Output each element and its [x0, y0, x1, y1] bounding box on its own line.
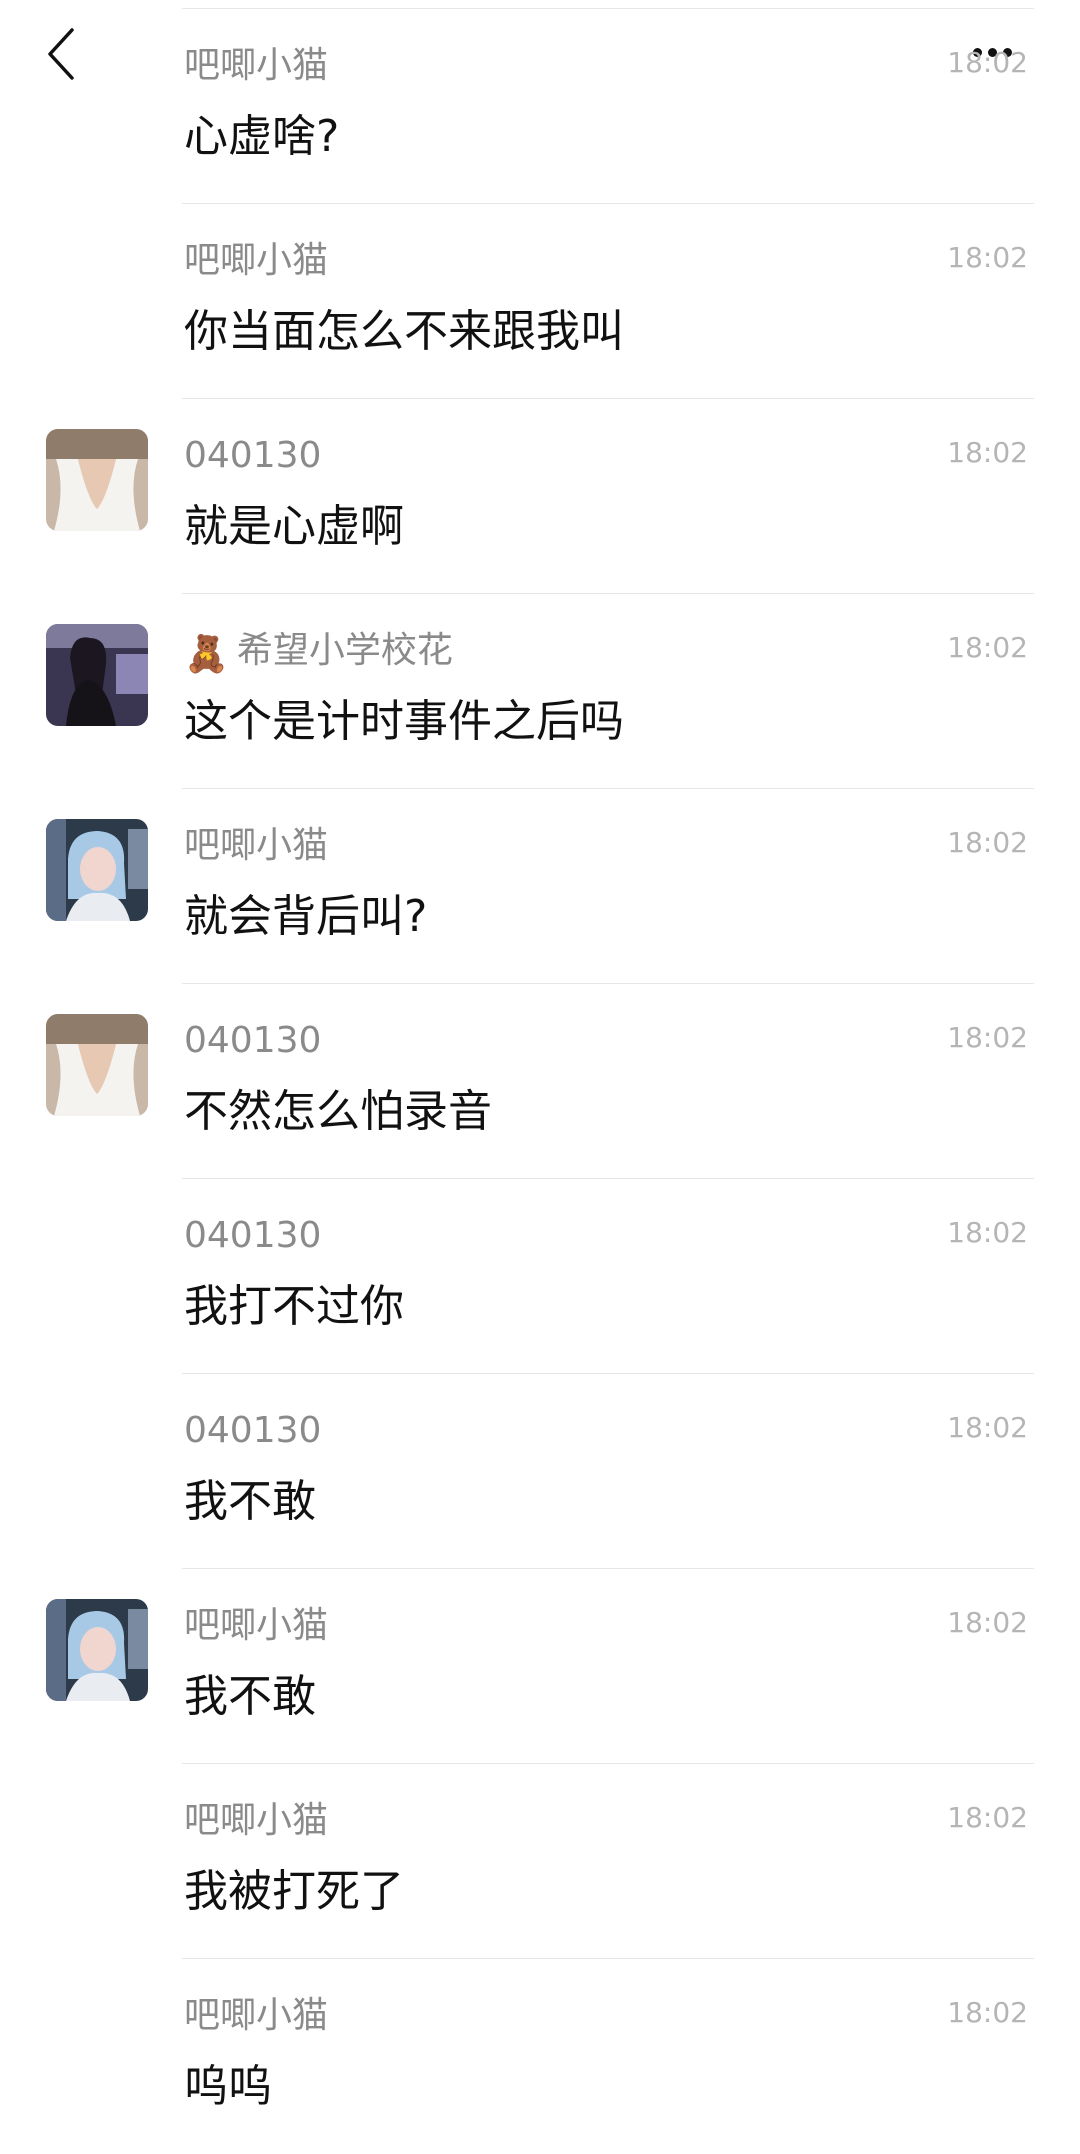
sender-name: 040130 — [184, 435, 322, 476]
message-list[interactable]: 吧唧小猫 18:02 心虚啥? 吧唧小猫 18:02 你当面怎么不来跟我叫 04… — [0, 9, 1080, 2154]
sender-name: 吧唧小猫 — [184, 240, 329, 281]
message-time: 18:02 — [947, 1216, 1028, 1249]
sender-name: 吧唧小猫 — [184, 45, 329, 86]
avatar[interactable] — [46, 429, 148, 531]
message-item[interactable]: 吧唧小猫 18:02 呜呜 — [0, 1959, 1080, 2154]
message-text: 我不敢 — [184, 1671, 316, 1722]
sender-name: 吧唧小猫 — [184, 1995, 329, 2036]
sender-name: 040130 — [184, 1410, 322, 1451]
sender-name: 040130 — [184, 1020, 322, 1061]
message-item[interactable]: 040130 18:02 我不敢 — [0, 1374, 1080, 1569]
message-item[interactable]: 吧唧小猫 18:02 我被打死了 — [0, 1764, 1080, 1959]
message-time: 18:02 — [947, 631, 1028, 664]
message-item[interactable]: 吧唧小猫 18:02 就会背后叫? — [0, 789, 1080, 984]
message-text: 你当面怎么不来跟我叫 — [184, 306, 624, 357]
sender-name: 040130 — [184, 1215, 322, 1256]
message-text: 不然怎么怕录音 — [184, 1086, 492, 1137]
message-time: 18:02 — [947, 1411, 1028, 1444]
avatar[interactable] — [46, 1599, 148, 1701]
message-item[interactable]: 040130 18:02 我打不过你 — [0, 1179, 1080, 1374]
bear-emoji-icon: 🧸 — [184, 634, 229, 675]
avatar[interactable] — [46, 1014, 148, 1116]
message-time: 18:02 — [947, 1801, 1028, 1834]
message-text: 就会背后叫? — [184, 891, 428, 942]
message-text: 我被打死了 — [184, 1866, 404, 1917]
sender-name: 吧唧小猫 — [184, 1605, 329, 1646]
message-text: 我打不过你 — [184, 1281, 404, 1332]
message-item[interactable]: 040130 18:02 不然怎么怕录音 — [0, 984, 1080, 1179]
message-item[interactable]: 🧸 希望小学校花 18:02 这个是计时事件之后吗 — [0, 594, 1080, 789]
message-time: 18:02 — [947, 826, 1028, 859]
sender-name: 吧唧小猫 — [184, 825, 329, 866]
message-text: 我不敢 — [184, 1476, 316, 1527]
message-text: 呜呜 — [184, 2061, 272, 2112]
message-time: 18:02 — [947, 46, 1028, 79]
avatar[interactable] — [46, 819, 148, 921]
sender-name: 吧唧小猫 — [184, 1800, 329, 1841]
message-time: 18:02 — [947, 241, 1028, 274]
avatar[interactable] — [46, 624, 148, 726]
message-item[interactable]: 040130 18:02 就是心虚啊 — [0, 399, 1080, 594]
message-item[interactable]: 吧唧小猫 18:02 你当面怎么不来跟我叫 — [0, 204, 1080, 399]
message-time: 18:02 — [947, 1606, 1028, 1639]
message-item[interactable]: 吧唧小猫 18:02 我不敢 — [0, 1569, 1080, 1764]
message-time: 18:02 — [947, 1021, 1028, 1054]
sender-name: 🧸 希望小学校花 — [184, 630, 453, 675]
message-item[interactable]: 吧唧小猫 18:02 心虚啥? — [0, 9, 1080, 204]
message-text: 就是心虚啊 — [184, 501, 404, 552]
message-text: 心虚啥? — [184, 111, 340, 162]
message-time: 18:02 — [947, 1996, 1028, 2029]
message-time: 18:02 — [947, 436, 1028, 469]
message-text: 这个是计时事件之后吗 — [184, 696, 624, 747]
